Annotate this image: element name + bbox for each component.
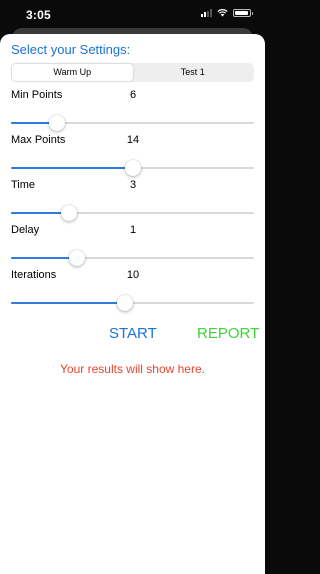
tab-test-1[interactable]: Test 1 [133,64,254,81]
setting-value: 3 [129,179,137,191]
page-title: Select your Settings: [11,42,131,57]
signal-icon [201,9,212,17]
settings-sheet: Select your Settings: Warm Up Test 1 Min… [0,34,265,574]
slider-thumb[interactable] [68,250,85,266]
setting-value: 10 [126,269,140,281]
setting-delay: Delay 1 [0,224,265,268]
status-bar: 3:05 [0,0,265,30]
slider-thumb[interactable] [61,205,78,221]
setting-label: Delay [11,224,40,236]
status-time: 3:05 [26,8,51,22]
results-message: Your results will show here. [60,362,205,376]
report-button[interactable]: REPORT [197,325,259,342]
delay-slider[interactable] [11,250,254,266]
status-icons [201,9,253,17]
setting-value: 6 [129,89,137,101]
mode-segmented-control: Warm Up Test 1 [11,63,254,82]
start-button[interactable]: START [109,325,157,342]
slider-fill [11,257,77,259]
setting-label: Time [11,179,36,191]
setting-time: Time 3 [0,179,265,223]
setting-value: 1 [129,224,137,236]
setting-iterations: Iterations 10 [0,269,265,313]
time-slider[interactable] [11,205,254,221]
min-points-slider[interactable] [11,115,254,131]
setting-label: Min Points [11,89,63,101]
setting-label: Iterations [11,269,57,281]
max-points-slider[interactable] [11,160,254,176]
slider-thumb[interactable] [124,160,141,176]
setting-value: 14 [126,134,140,146]
battery-icon [233,9,253,17]
setting-label: Max Points [11,134,66,146]
slider-fill [11,302,126,304]
slider-fill [11,167,133,169]
tab-warm-up[interactable]: Warm Up [12,64,133,81]
slider-thumb[interactable] [117,295,134,311]
setting-min-points: Min Points 6 [0,89,265,133]
slider-thumb[interactable] [49,115,66,131]
wifi-icon [217,9,228,17]
setting-max-points: Max Points 14 [0,134,265,178]
iterations-slider[interactable] [11,295,254,311]
